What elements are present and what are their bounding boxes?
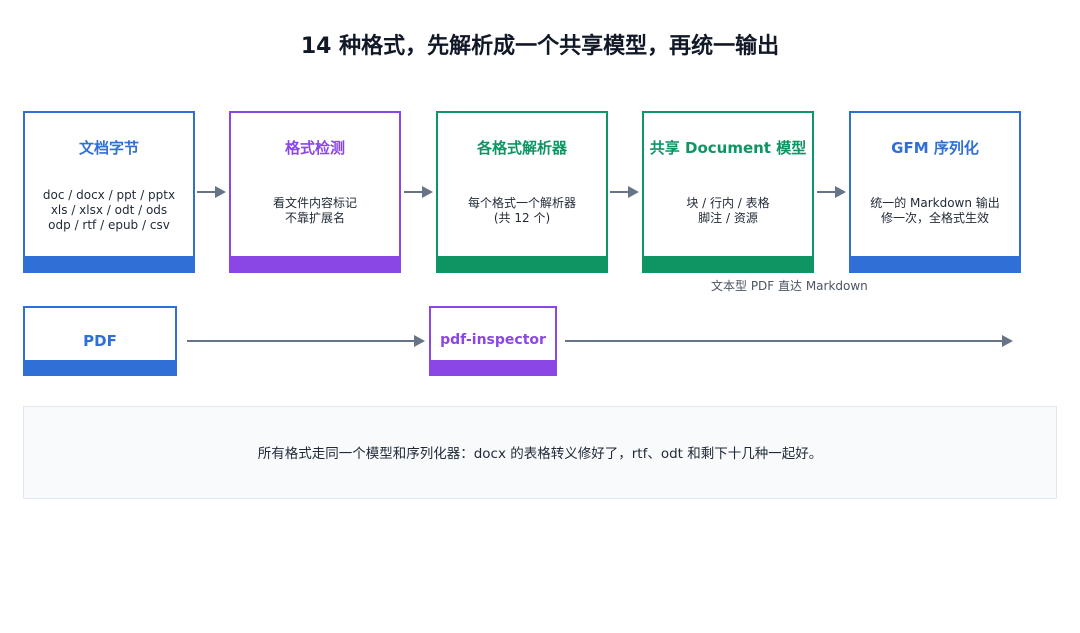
node-line: odp / rtf / epub / csv bbox=[48, 218, 170, 232]
node-title: 文档字节 bbox=[78, 139, 139, 157]
arrow-right bbox=[565, 335, 1013, 347]
arrow-right bbox=[197, 186, 226, 198]
node-pdf-inspector: pdf-inspector bbox=[429, 306, 557, 376]
diagram-title: 14 种格式，先解析成一个共享模型，再统一输出 bbox=[300, 34, 780, 59]
node-line: 不靠扩展名 bbox=[284, 211, 345, 225]
node-line: doc / docx / ppt / pptx bbox=[42, 188, 176, 202]
node-line: 脚注 / 资源 bbox=[698, 211, 758, 225]
node-accent-bar bbox=[23, 256, 195, 273]
node-accent-bar bbox=[429, 360, 557, 376]
summary-text: 所有格式走同一个模型和序列化器：docx 的表格转义修好了，rtf、odt 和剩… bbox=[257, 446, 823, 462]
node-description: 统一的 Markdown 输出 修一次，全格式生效 bbox=[851, 196, 1019, 226]
node-description: 块 / 行内 / 表格 脚注 / 资源 bbox=[644, 196, 812, 226]
node-title: 共享 Document 模型 bbox=[649, 139, 807, 157]
node-format-parsers: 各格式解析器 每个格式一个解析器 (共 12 个) bbox=[436, 111, 608, 273]
pdf-shortcut-note: 文本型 PDF 直达 Markdown bbox=[711, 279, 868, 293]
node-format-detection: 格式检测 看文件内容标记 不靠扩展名 bbox=[229, 111, 401, 273]
node-title: pdf-inspector bbox=[440, 332, 546, 348]
node-title: PDF bbox=[83, 332, 117, 350]
node-document-bytes: 文档字节 doc / docx / ppt / pptx xls / xlsx … bbox=[23, 111, 195, 273]
node-accent-bar bbox=[642, 256, 814, 273]
node-line: 修一次，全格式生效 bbox=[880, 211, 989, 225]
node-title: GFM 序列化 bbox=[891, 139, 979, 157]
node-description: 每个格式一个解析器 (共 12 个) bbox=[438, 196, 606, 226]
node-description: doc / docx / ppt / pptx xls / xlsx / odt… bbox=[25, 188, 193, 233]
node-line: xls / xlsx / odt / ods bbox=[50, 203, 168, 217]
node-line: 看文件内容标记 bbox=[272, 196, 357, 210]
node-accent-bar bbox=[849, 256, 1021, 273]
node-accent-bar bbox=[436, 256, 608, 273]
arrow-right bbox=[610, 186, 639, 198]
node-gfm-serializer: GFM 序列化 统一的 Markdown 输出 修一次，全格式生效 bbox=[849, 111, 1021, 273]
arrow-right bbox=[817, 186, 846, 198]
node-line: (共 12 个) bbox=[493, 211, 551, 225]
node-accent-bar bbox=[23, 360, 177, 376]
summary-panel: 所有格式走同一个模型和序列化器：docx 的表格转义修好了，rtf、odt 和剩… bbox=[23, 406, 1057, 499]
node-line: 统一的 Markdown 输出 bbox=[870, 196, 1000, 210]
node-line: 每个格式一个解析器 bbox=[467, 196, 576, 210]
node-pdf: PDF bbox=[23, 306, 177, 376]
node-accent-bar bbox=[229, 256, 401, 273]
arrow-right bbox=[404, 186, 433, 198]
node-description: 看文件内容标记 不靠扩展名 bbox=[231, 196, 399, 226]
arrow-right bbox=[187, 335, 425, 347]
node-title: 格式检测 bbox=[284, 139, 345, 157]
node-title: 各格式解析器 bbox=[476, 139, 567, 157]
node-shared-document-model: 共享 Document 模型 块 / 行内 / 表格 脚注 / 资源 bbox=[642, 111, 814, 273]
node-line: 块 / 行内 / 表格 bbox=[686, 196, 770, 210]
